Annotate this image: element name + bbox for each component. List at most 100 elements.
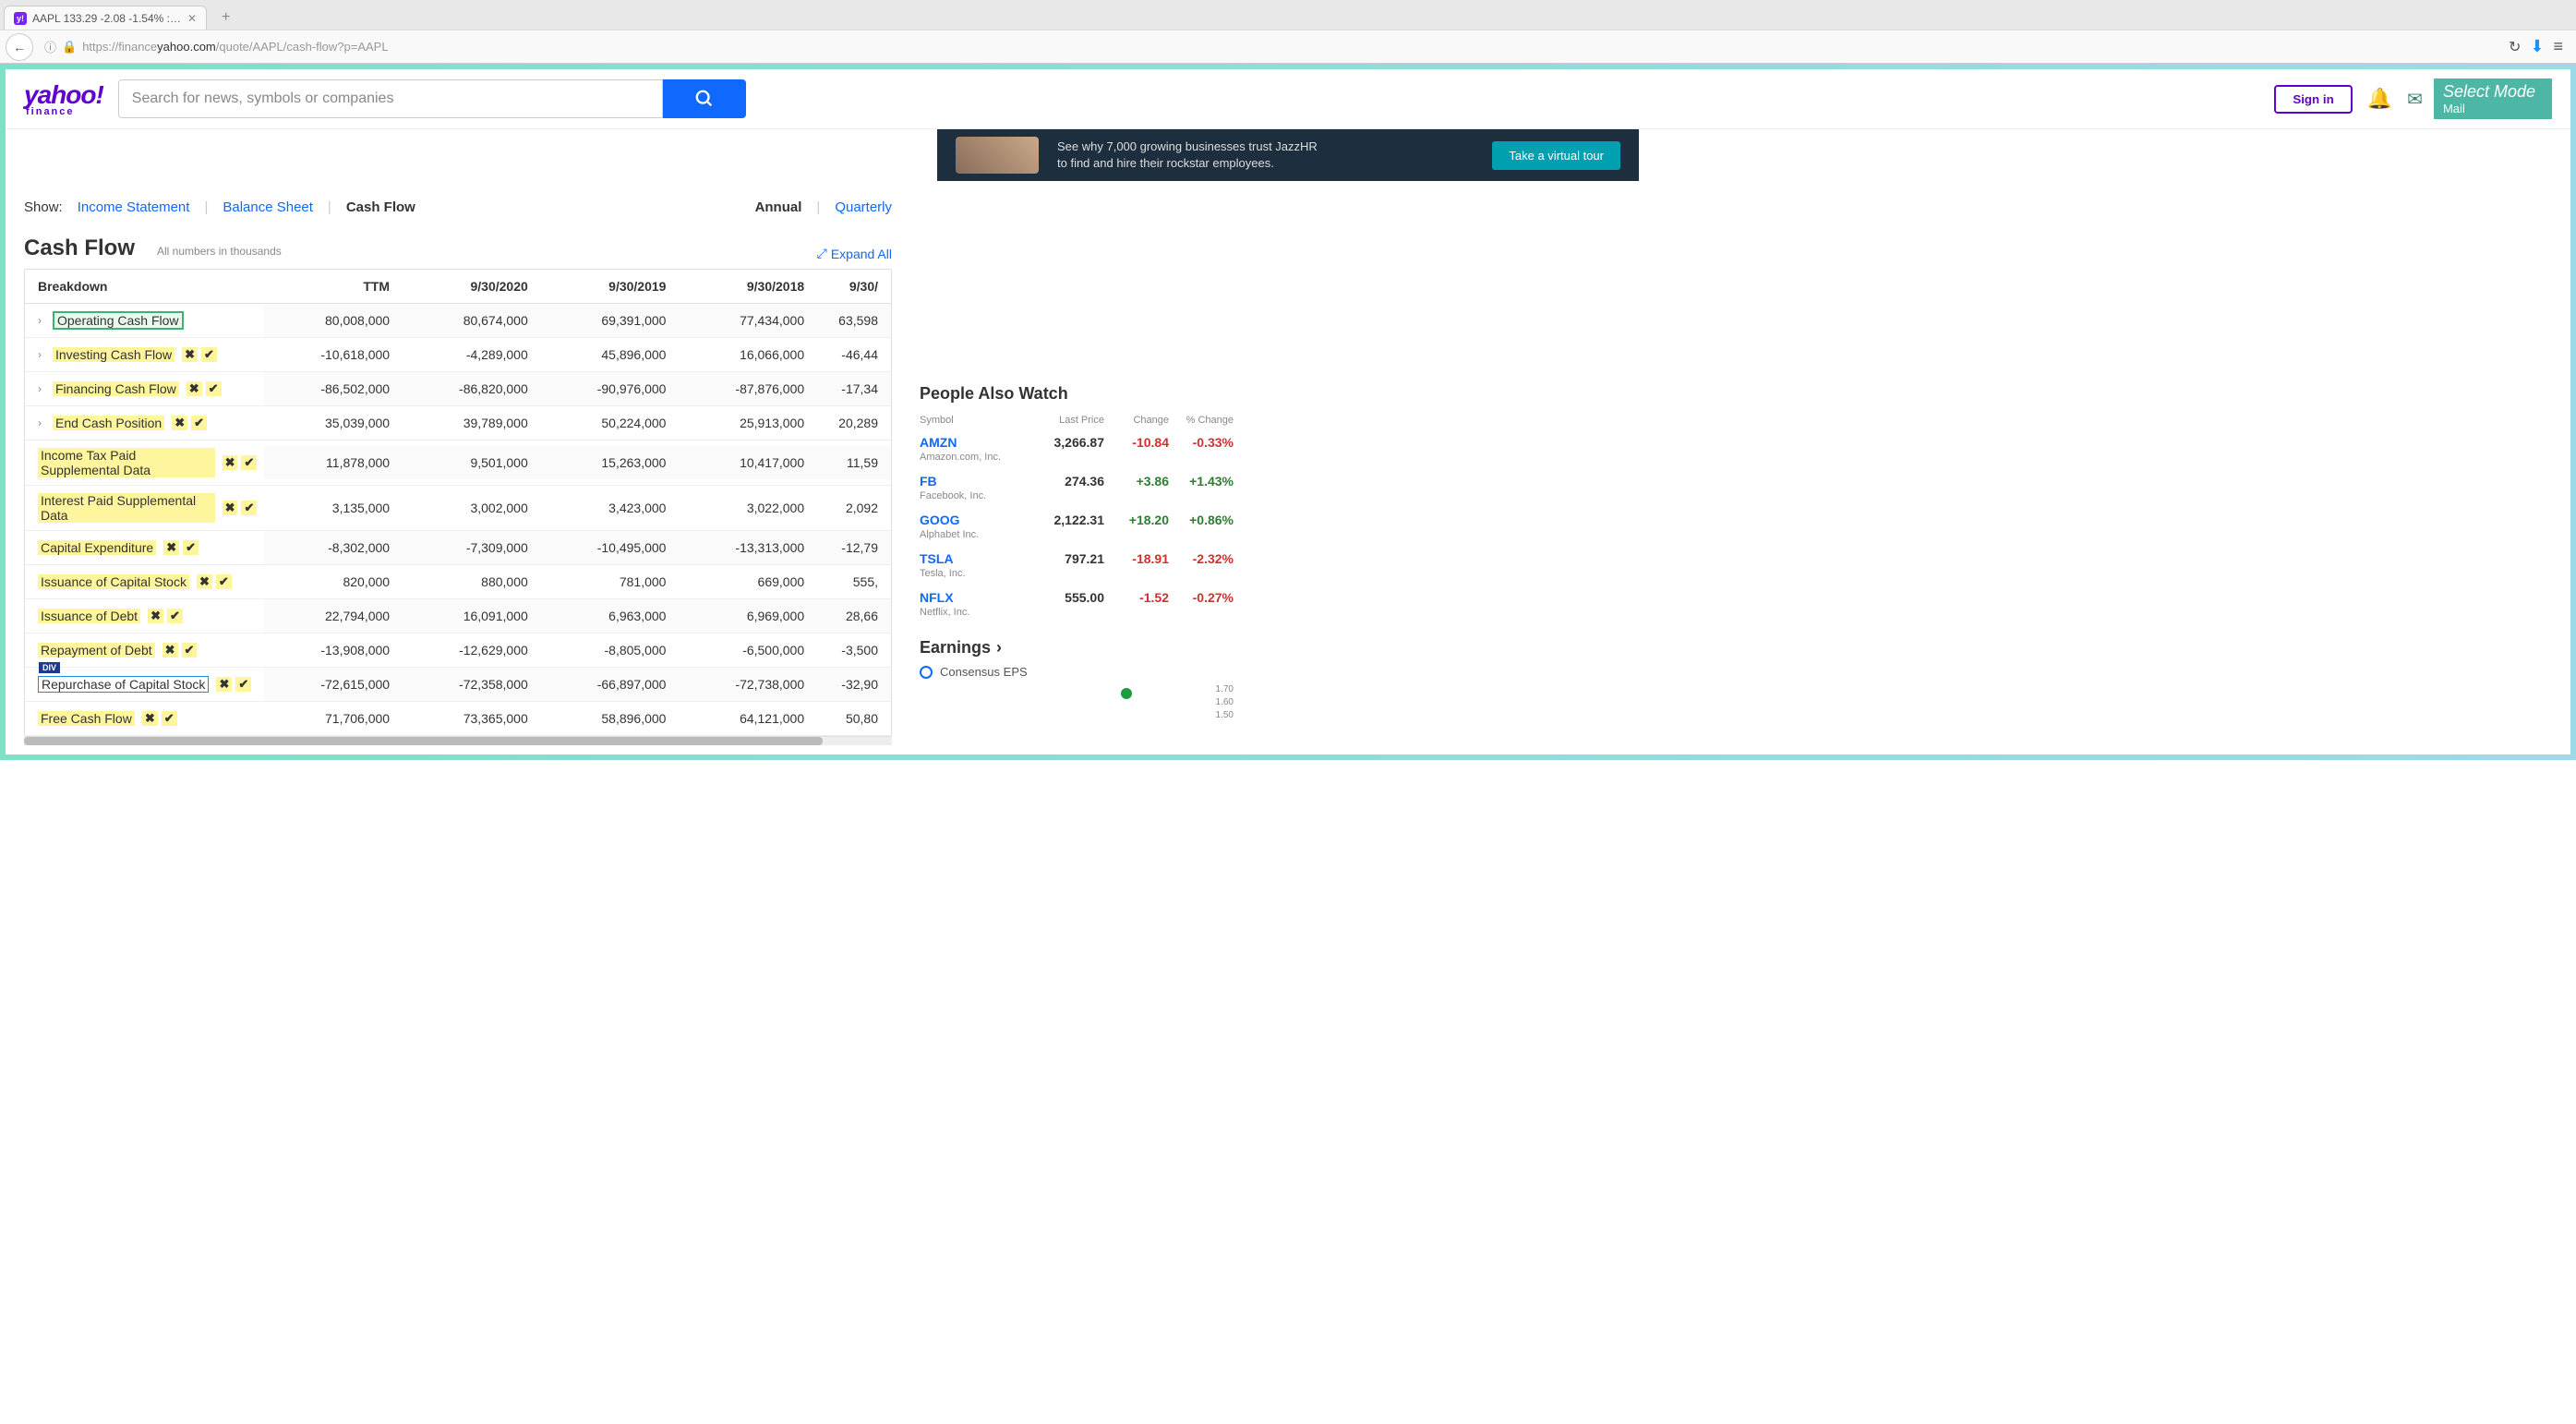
paw-row[interactable]: NFLX555.00-1.52-0.27% [920,585,1234,607]
chart-dot [1121,688,1132,699]
consensus-eps-legend: Consensus EPS [920,658,1234,679]
cell-value: 3,423,000 [541,491,680,525]
paw-row[interactable]: TSLA797.21-18.91-2.32% [920,546,1234,568]
paw-row[interactable]: GOOG2,122.31+18.20+0.86% [920,507,1234,529]
paw-company-name: Alphabet Inc. [920,529,1234,546]
paw-price: 274.36 [1030,474,1104,489]
col-2020: 9/30/2020 [403,270,541,303]
row-label: Free Cash Flow [38,711,135,726]
earnings-title[interactable]: Earnings › [920,623,1234,658]
bell-icon[interactable]: 🔔 [2367,87,2392,111]
check-mark-icon[interactable]: ✔ [241,455,257,470]
paw-symbol[interactable]: GOOG [920,513,960,527]
paw-row[interactable]: AMZN3,266.87-10.84-0.33% [920,429,1234,452]
check-mark-icon[interactable]: ✔ [241,501,257,515]
cell-value: -32,90 [817,668,891,701]
cell-value: -46,44 [817,338,891,371]
cell-value: -13,313,000 [679,531,817,564]
mail-block[interactable]: Select Mode Mail [2434,78,2552,119]
check-mark-icon[interactable]: ✔ [206,381,222,396]
paw-row[interactable]: FB274.36+3.86+1.43% [920,468,1234,490]
x-mark-icon[interactable]: ✖ [223,455,238,470]
download-icon[interactable]: ⬇ [2530,37,2544,56]
cell-value: -72,358,000 [403,668,541,701]
check-mark-icon[interactable]: ✔ [183,540,199,555]
paw-symbol[interactable]: TSLA [920,551,954,566]
x-mark-icon[interactable]: ✖ [216,677,232,692]
cell-value: 45,896,000 [541,338,680,371]
ad-cta-button[interactable]: Take a virtual tour [1492,141,1620,170]
x-mark-icon[interactable]: ✖ [172,416,187,430]
search-button[interactable] [663,79,746,118]
chevron-right-icon[interactable]: › [38,314,49,327]
table-row[interactable]: Issuance of Capital Stock✖✔820,000880,00… [25,565,891,599]
tab-cash-flow[interactable]: Cash Flow [346,199,415,215]
table-header: Breakdown TTM 9/30/2020 9/30/2019 9/30/2… [25,270,891,304]
cell-value: 9,501,000 [403,446,541,479]
table-row[interactable]: Repayment of Debt✖✔-13,908,000-12,629,00… [25,634,891,668]
signin-button[interactable]: Sign in [2274,85,2352,114]
paw-change: -18.91 [1104,551,1169,566]
cell-value: -72,615,000 [264,668,403,701]
table-row[interactable]: Interest Paid Supplemental Data✖✔3,135,0… [25,486,891,531]
horizontal-scrollbar[interactable] [24,737,892,745]
check-mark-icon[interactable]: ✔ [201,347,217,362]
x-mark-icon[interactable]: ✖ [187,381,202,396]
paw-symbol[interactable]: AMZN [920,435,957,450]
table-row[interactable]: DIVRepurchase of Capital Stock✖✔-72,615,… [25,668,891,702]
back-button[interactable]: ← [6,33,33,61]
table-row[interactable]: Free Cash Flow✖✔71,706,00073,365,00058,8… [25,702,891,736]
check-mark-icon[interactable]: ✔ [162,711,177,726]
tab-income-statement[interactable]: Income Statement [78,199,190,215]
x-mark-icon[interactable]: ✖ [163,643,178,658]
cell-value: 15,263,000 [541,446,680,479]
hamburger-icon[interactable]: ≡ [2553,37,2563,56]
check-mark-icon[interactable]: ✔ [182,643,198,658]
paw-symbol[interactable]: NFLX [920,590,954,605]
cell-value: 77,434,000 [679,304,817,337]
x-mark-icon[interactable]: ✖ [148,609,163,623]
check-mark-icon[interactable]: ✔ [235,677,251,692]
close-icon[interactable]: ✕ [187,12,197,25]
chevron-right-icon[interactable]: › [38,382,49,395]
new-tab-button[interactable]: + [214,9,237,26]
cell-value: -4,289,000 [403,338,541,371]
x-mark-icon[interactable]: ✖ [163,540,179,555]
yahoo-header: yahoo! finance Sign in 🔔 ✉ Select Mode M… [6,69,2570,129]
period-annual[interactable]: Annual [755,199,802,215]
table-row[interactable]: Issuance of Debt✖✔22,794,00016,091,0006,… [25,599,891,634]
reload-button[interactable]: ↻ [2509,38,2521,56]
url-box[interactable]: ⓘ 🔒 https://financeyahoo.com/quote/AAPL/… [37,38,2498,55]
check-mark-icon[interactable]: ✔ [167,609,183,623]
chevron-right-icon[interactable]: › [38,348,49,361]
info-icon[interactable]: ⓘ [44,38,56,55]
browser-tab[interactable]: y! AAPL 133.29 -2.08 -1.54% : App ✕ [4,6,207,30]
x-mark-icon[interactable]: ✖ [142,711,158,726]
check-mark-icon[interactable]: ✔ [216,574,232,589]
x-mark-icon[interactable]: ✖ [182,347,198,362]
table-row[interactable]: Income Tax Paid Supplemental Data✖✔11,87… [25,440,891,486]
paw-symbol[interactable]: FB [920,474,937,489]
ad-banner[interactable]: See why 7,000 growing businesses trust J… [937,129,1639,181]
paw-company-name: Facebook, Inc. [920,490,1234,507]
period-quarterly[interactable]: Quarterly [835,199,892,215]
cell-value: 80,008,000 [264,304,403,337]
paw-pct: +1.43% [1169,474,1234,489]
table-row[interactable]: ›End Cash Position✖✔35,039,00039,789,000… [25,406,891,440]
yahoo-finance-logo[interactable]: yahoo! finance [24,80,103,117]
expand-all-button[interactable]: ⤢ Expand All [817,246,892,261]
x-mark-icon[interactable]: ✖ [223,501,238,515]
x-mark-icon[interactable]: ✖ [197,574,212,589]
people-also-watch-title: People Also Watch [920,384,1234,411]
cell-value: 11,59 [817,446,891,479]
show-label: Show: [24,199,63,215]
check-mark-icon[interactable]: ✔ [191,416,207,430]
table-row[interactable]: ›Financing Cash Flow✖✔-86,502,000-86,820… [25,372,891,406]
table-row[interactable]: ›Operating Cash Flow80,008,00080,674,000… [25,304,891,338]
table-row[interactable]: ›Investing Cash Flow✖✔-10,618,000-4,289,… [25,338,891,372]
cell-value: 781,000 [541,565,680,598]
tab-balance-sheet[interactable]: Balance Sheet [223,199,313,215]
search-input[interactable] [118,79,663,118]
chevron-right-icon[interactable]: › [38,416,49,429]
table-row[interactable]: Capital Expenditure✖✔-8,302,000-7,309,00… [25,531,891,565]
